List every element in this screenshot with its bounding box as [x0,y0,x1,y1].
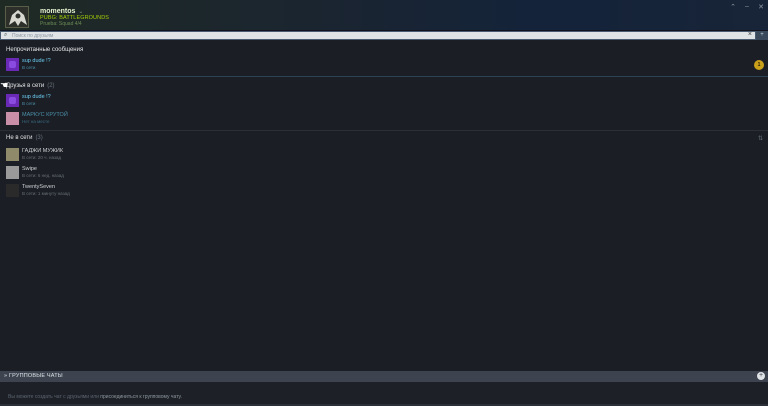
friend-status: В сети: 1 минуту назад [22,191,70,196]
friend-status: В сети: 20 ч. назад [22,155,62,160]
user-avatar[interactable] [5,6,29,28]
friend-status: В сети: 6 нед. назад [22,173,64,178]
group-chats-panel: Вы можете создать чат с друзьями или при… [0,382,768,406]
group-chats-hint: Вы можете создать чат с друзьями или при… [8,394,182,400]
divider [0,76,768,77]
user-game-status: Prueba: Squad 4/4 [40,21,82,27]
section-title-unread: Непрочитанные сообщения [6,47,84,53]
friend-name: ГАДЖИ МУЖИК [22,148,64,154]
friend-status: Нет на месте [22,119,50,124]
sort-icon[interactable]: ⇅ [758,135,763,142]
mouse-cursor-icon: ☚ [0,80,9,90]
user-header: momentos ⌄ PUBG: BATTLEGROUNDS Prueba: Sq… [0,0,768,31]
collapse-icon[interactable]: ⌃ [728,3,738,11]
group-chats-label[interactable]: » ГРУППОВЫЕ ЧАТЫ [4,373,63,379]
search-input[interactable] [12,32,732,39]
friend-item[interactable]: sup dude !? В сети [6,94,746,108]
friend-item[interactable]: МАРКУС КРУТОЙ Нет на месте [6,112,746,126]
friend-avatar [6,94,19,107]
close-icon[interactable]: ✕ [756,3,766,11]
friend-avatar [6,148,19,161]
friend-status: В сети [22,101,36,106]
section-title-online[interactable]: Друзья в сети (2) [6,83,55,89]
section-title-offline[interactable]: Не в сети (3) [6,135,43,141]
friend-item[interactable]: TwentySeven В сети: 1 минуту назад [6,184,746,198]
add-friend-button[interactable]: + [756,31,768,40]
add-group-chat-button[interactable]: + [757,372,765,380]
friend-item[interactable]: ГАДЖИ МУЖИК В сети: 20 ч. назад [6,148,746,162]
friend-avatar [6,112,19,125]
friend-search-bar: ⌕ × [0,31,756,40]
friend-status: В сети [22,65,36,70]
group-chats-bar[interactable]: » ГРУППОВЫЕ ЧАТЫ + [0,371,768,382]
friend-name: sup dude !? [22,58,51,64]
friend-name: МАРКУС КРУТОЙ [22,112,68,118]
minimize-icon[interactable]: – [742,3,752,10]
search-icon: ⌕ [4,32,8,38]
friend-avatar [6,166,19,179]
friend-item[interactable]: Swipe В сети: 6 нед. назад [6,166,746,180]
friend-item[interactable]: sup dude !? В сети [6,58,746,72]
friend-name: sup dude !? [22,94,51,100]
unread-badge[interactable]: 1 [754,60,764,70]
user-name[interactable]: momentos ⌄ [40,8,83,15]
divider [0,130,768,131]
friend-name: Swipe [22,166,37,172]
join-group-chat-link[interactable]: присоединиться к групповому чату. [100,394,182,400]
friend-avatar [6,184,19,197]
friend-name: TwentySeven [22,184,56,190]
clear-icon[interactable]: × [748,31,752,38]
friend-avatar [6,58,19,71]
